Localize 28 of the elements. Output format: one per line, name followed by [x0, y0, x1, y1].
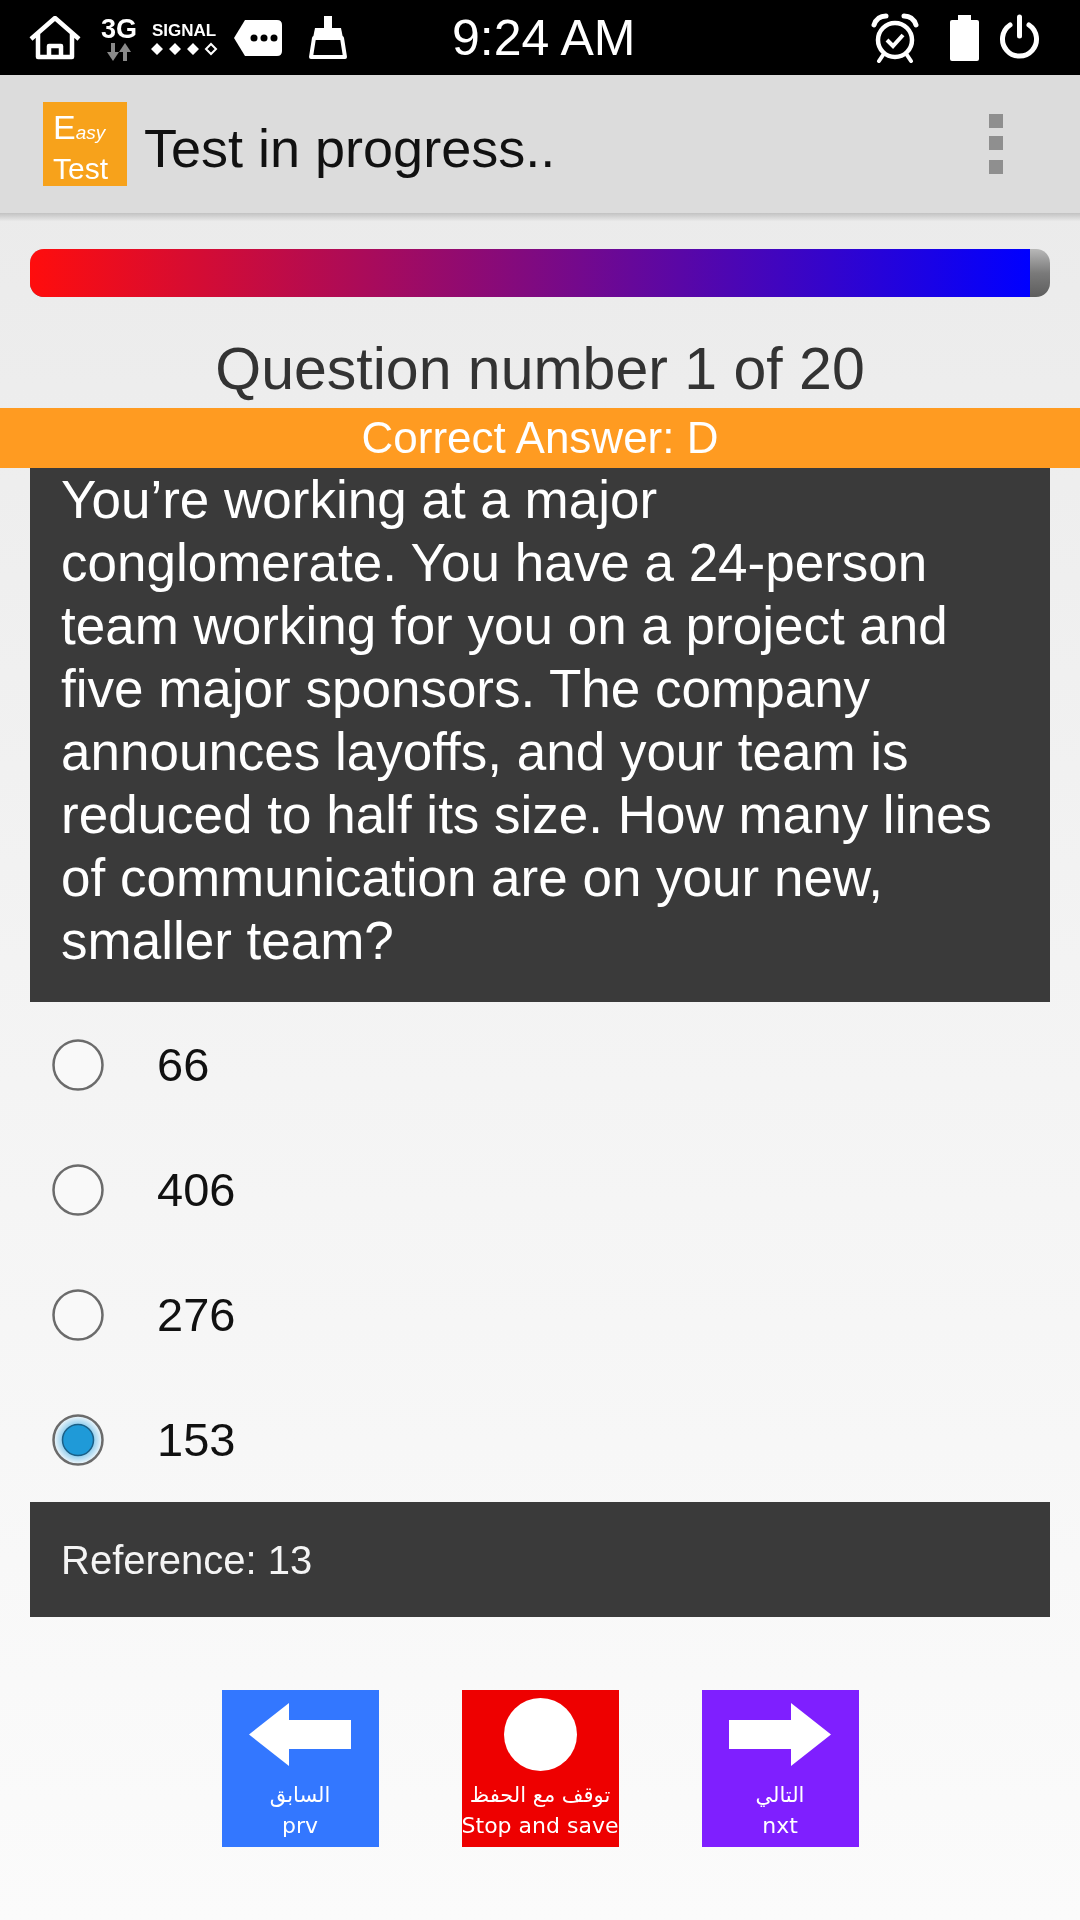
- battery-icon: [950, 14, 979, 61]
- power-icon: [999, 14, 1040, 61]
- radio-icon[interactable]: [52, 1038, 104, 1091]
- correct-answer-banner: Correct Answer: D: [0, 408, 1080, 468]
- answer-option[interactable]: 406: [0, 1127, 256, 1252]
- answer-option[interactable]: 153: [0, 1377, 256, 1502]
- circle-icon: [503, 1697, 577, 1771]
- chat-bubble-icon: [233, 18, 283, 57]
- signal-label: SIGNAL: [151, 19, 217, 42]
- broom-icon: [308, 15, 348, 60]
- alarm-clock-icon: [871, 12, 919, 63]
- answer-option[interactable]: 66: [0, 1002, 230, 1127]
- clock-time: 9:24 AM: [452, 9, 636, 66]
- question-text: You’re working at a major conglomerate. You have a 24-person team working for you on a project and five major sponsors. The company announces layoffs, and your team is reduced to half its size. How many lines of communication are on your new, smaller team?: [61, 469, 993, 972]
- home-icon: [29, 15, 81, 60]
- question-number-heading: Question number 1 of 20: [214, 335, 866, 404]
- radio-icon[interactable]: [52, 1413, 104, 1466]
- signal-strength-icon: [149, 41, 219, 56]
- answer-option[interactable]: 276: [0, 1252, 256, 1377]
- radio-icon[interactable]: [52, 1288, 104, 1341]
- left-arrow-icon: [249, 1702, 351, 1766]
- app-logo: Easy Test: [43, 102, 127, 186]
- radio-icon[interactable]: [52, 1163, 104, 1216]
- data-arrows-icon: [107, 42, 131, 61]
- right-arrow-icon: [729, 1702, 831, 1766]
- reference-text: Reference: 13: [61, 1536, 313, 1583]
- network-type-label: 3G: [101, 14, 137, 43]
- screen-title: Test in progress..: [144, 117, 556, 179]
